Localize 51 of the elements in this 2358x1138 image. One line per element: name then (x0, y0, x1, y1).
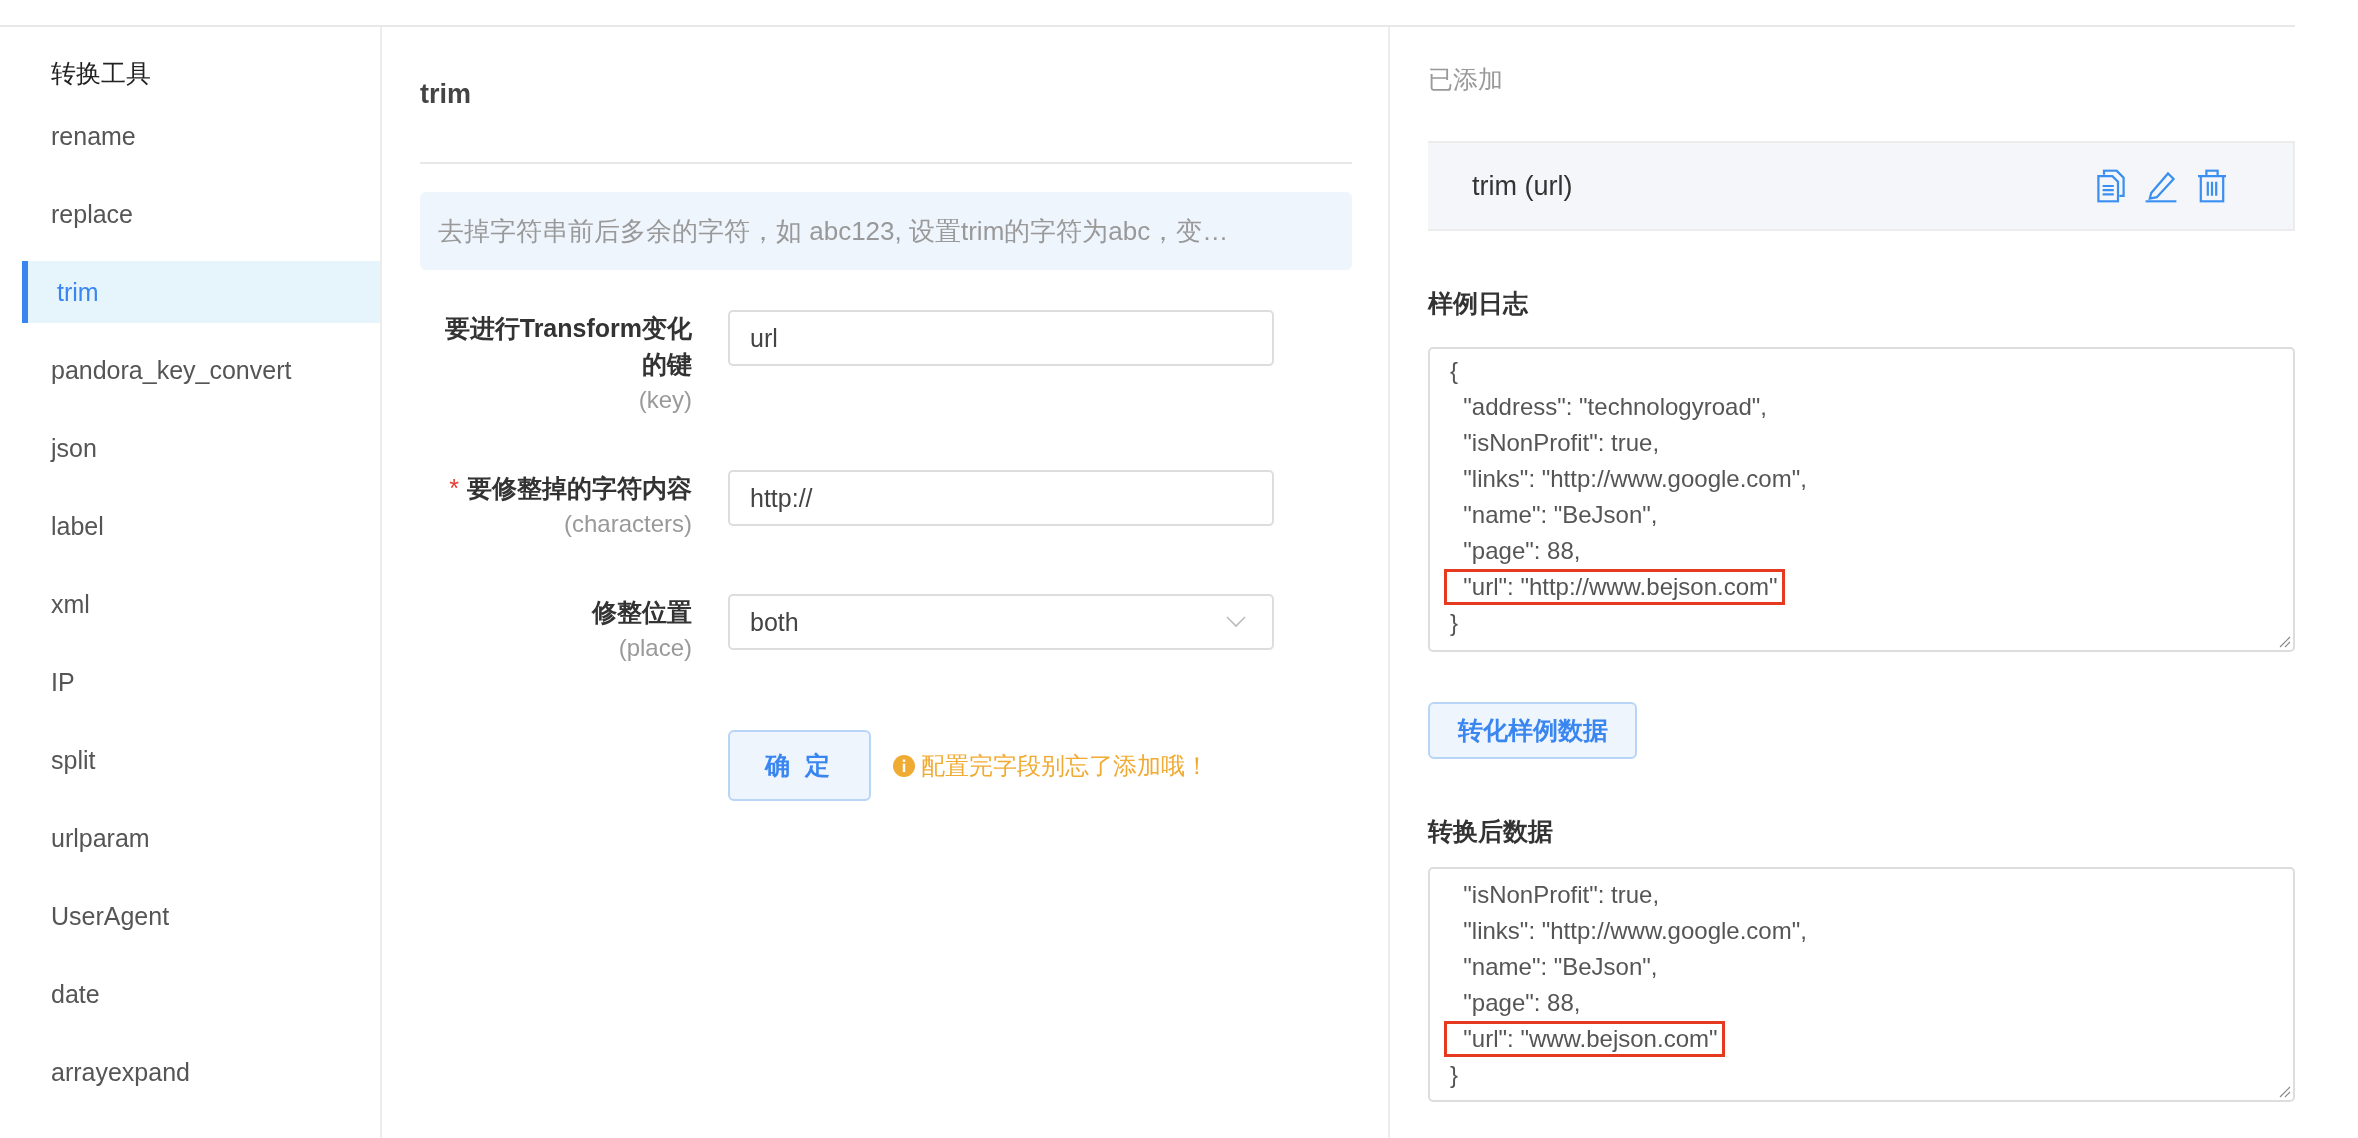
field-label-text: 要进行Transform变化的键 (444, 314, 692, 378)
section-label: 已添加 (1428, 64, 1504, 95)
required-mark: * (449, 474, 459, 502)
code-line: "isNonProfit": true, (1462, 880, 1661, 910)
field-hint: (place) (617, 633, 692, 663)
code-line: "page": 88, (1462, 536, 1582, 566)
sidebar-item[interactable]: rename (22, 105, 380, 167)
sidebar-item[interactable]: split (22, 729, 380, 791)
field-label-text: 要修整掉的字符内容 (467, 474, 692, 502)
input-field[interactable]: http:// (728, 470, 1274, 526)
sidebar-item[interactable]: label (22, 495, 380, 557)
input-field[interactable]: url (728, 310, 1274, 366)
resize-grip-icon (2279, 636, 2291, 648)
field-hint: (key) (637, 385, 692, 415)
sidebar-item[interactable]: arrayexpand (22, 1041, 380, 1103)
section-title: 转换后数据 (1428, 816, 1554, 847)
section-title: 样例日志 (1428, 288, 1529, 319)
description-text: 去掉字符串前后多余的字符，如 abc123, 设置trim的字符为abc，变… (420, 192, 1352, 270)
field-label-text: 修整位置 (592, 598, 692, 626)
sample-log-textarea[interactable]: { "address": "technologyroad", "isNonProfit": true, "links": "http://www.google.com", "name": "BeJson", "page": 88, "url": "http://www.bejson.com" } (1428, 347, 2295, 652)
trash-icon[interactable] (2196, 169, 2228, 203)
sidebar-item[interactable]: date (22, 963, 380, 1025)
document-icon[interactable] (2097, 169, 2125, 203)
code-line: "links": "http://www.google.com", (1462, 916, 1808, 946)
sidebar-item[interactable]: urlparam (22, 807, 380, 869)
field-hint: (characters) (562, 509, 692, 539)
code-line: { (1450, 356, 1459, 386)
pencil-icon[interactable] (2144, 169, 2178, 203)
tip-text: 配置完字段别忘了添加哦！ (921, 750, 1209, 781)
sidebar-title: 转换工具 (50, 58, 152, 89)
sidebar-item[interactable]: xml (22, 573, 380, 635)
code-line: "isNonProfit": true, (1462, 428, 1661, 458)
code-line: "name": "BeJson", (1462, 500, 1659, 530)
sidebar-item[interactable]: replace (22, 183, 380, 245)
sidebar-item[interactable]: IP (22, 651, 380, 713)
sidebar-item[interactable]: pandora_key_convert (22, 339, 380, 401)
sidebar-item[interactable]: UserAgent (22, 885, 380, 947)
code-line: } (1450, 1060, 1459, 1090)
select-field[interactable]: both (728, 594, 1274, 650)
form-title: trim (420, 78, 472, 111)
result-textarea[interactable]: "isNonProfit": true, "links": "http://www.google.com", "name": "BeJson", "page": 88, "url": "www.bejson.com" } (1428, 867, 2295, 1102)
code-line: "links": "http://www.google.com", (1462, 464, 1808, 494)
code-line: "page": 88, (1462, 988, 1582, 1018)
code-line: "name": "BeJson", (1462, 952, 1659, 982)
added-item-label: trim (url) (1472, 170, 1573, 202)
code-line: "address": "technologyroad", (1462, 392, 1768, 422)
sidebar-item[interactable]: json (22, 417, 380, 479)
resize-grip-icon (2279, 1086, 2291, 1098)
chevron-down-icon (1226, 616, 1246, 628)
code-line: } (1450, 608, 1459, 638)
info-icon (893, 754, 915, 777)
